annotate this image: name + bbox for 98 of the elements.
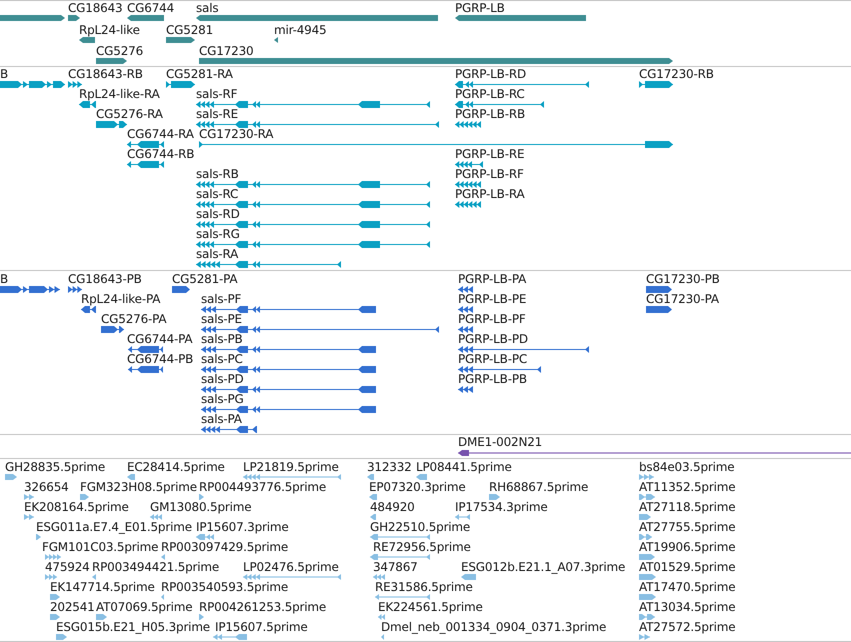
- transcript-label: CG6744-RA: [127, 127, 194, 141]
- est-label: AT01529.5prime: [639, 560, 736, 574]
- est-label: AT27572.5prime: [639, 620, 736, 634]
- est-label: AT19906.5prime: [639, 540, 736, 554]
- est-label: bs84e03.5prime: [639, 460, 734, 474]
- protein-label: CG5276-PA: [101, 312, 166, 326]
- est-label: IP17534.3prime: [455, 500, 548, 514]
- protein-label: sals-PE: [201, 312, 242, 326]
- est-label: EC28414.5prime: [127, 460, 225, 474]
- protein-label: CG18643-PB: [68, 272, 142, 286]
- gene-label: CG17230: [199, 44, 254, 58]
- protein-label: RpL24-like-PA: [81, 292, 160, 306]
- protein-label: sals-PC: [201, 352, 243, 366]
- est-label: 202541: [50, 600, 95, 614]
- transcript-label: sals-RD: [196, 207, 240, 221]
- protein-label: PGRP-LB-PF: [458, 312, 526, 326]
- est-label: EK224561.5prime: [378, 600, 483, 614]
- est-label: AT17470.5prime: [639, 580, 736, 594]
- est-label: LP08441.5prime: [416, 460, 512, 474]
- est-label: RP003540593.5prime: [161, 580, 288, 594]
- transcript-label: PGRP-LB-RC: [455, 87, 525, 101]
- transcript-label: PGRP-LB-RE: [455, 147, 524, 161]
- est-label: LP21819.5prime: [243, 460, 339, 474]
- est-label: RH68867.5prime: [489, 480, 588, 494]
- gene-label: CG6744: [127, 1, 174, 15]
- protein-label: CG6744-PA: [127, 332, 192, 346]
- protein-label: PGRP-LB-PC: [458, 352, 528, 366]
- est-label: GM13080.5prime: [150, 500, 252, 514]
- gene-label: mir-4945: [274, 22, 326, 36]
- est-label: RP004493776.5prime: [199, 480, 326, 494]
- est-label: 347867: [373, 560, 418, 574]
- gene-label: CG18643: [68, 1, 122, 15]
- transcript-label: CG17230-RB: [639, 67, 714, 81]
- est-label: GH28835.5prime: [5, 460, 106, 474]
- est-label: ESG011a.E7.4_E01.5prime: [36, 520, 192, 534]
- est-label: IP15607.3prime: [196, 520, 289, 534]
- protein-label: CG17230-PB: [646, 272, 720, 286]
- transcript-label: B: [0, 67, 8, 81]
- est-label: RE31586.5prime: [375, 580, 473, 594]
- gene-label: PGRP-LB: [455, 1, 505, 15]
- protein-label: PGRP-LB-PD: [458, 332, 528, 346]
- protein-label: sals-PF: [201, 292, 242, 306]
- est-label: AT11352.5prime: [639, 480, 736, 494]
- protein-label: sals-PB: [201, 332, 243, 346]
- transcript-label: sals-RG: [196, 227, 240, 241]
- est-label: Dmel_neb_001334_0904_0371.3prime: [381, 620, 606, 634]
- protein-label: PGRP-LB-PA: [458, 272, 526, 286]
- est-label: RP004261253.5prime: [199, 600, 326, 614]
- transcript-label: sals-RB: [196, 167, 239, 181]
- est-label: AT27118.5prime: [639, 500, 736, 514]
- gene-label: CG5281: [166, 22, 214, 36]
- est-label: 484920: [370, 500, 415, 514]
- transcript-label: CG5276-RA: [96, 107, 163, 121]
- est-label: EP07320.3prime: [369, 480, 466, 494]
- est-label: EK208164.5prime: [24, 500, 129, 514]
- protein-label: CG6744-PB: [127, 352, 194, 366]
- transcript-label: PGRP-LB-RB: [455, 107, 525, 121]
- clone-label: DME1-002N21: [458, 435, 542, 449]
- transcript-label: sals-RE: [196, 107, 238, 121]
- est-label: 312332: [367, 460, 412, 474]
- transcript-label: CG18643-RB: [68, 67, 143, 81]
- transcript-label: CG17230-RA: [199, 127, 274, 141]
- est-label: FGM101C03.5prime: [42, 540, 158, 554]
- transcript-label: sals-RF: [196, 87, 238, 101]
- est-label: FGM323H08.5prime: [80, 480, 197, 494]
- gene-label: sals: [196, 1, 218, 15]
- est-label: AT13034.5prime: [639, 600, 736, 614]
- est-label: 326654: [24, 480, 69, 494]
- transcript-label: PGRP-LB-RF: [455, 167, 524, 181]
- transcript-label: CG6744-RB: [127, 147, 194, 161]
- est-label: EK147714.5prime: [50, 580, 155, 594]
- est-label: RE72956.5prime: [373, 540, 471, 554]
- transcript-label: sals-RC: [196, 187, 238, 201]
- est-label: GH22510.5prime: [370, 520, 470, 534]
- est-label: ESG012b.E21.1_A07.3prime: [461, 560, 626, 574]
- est-label: LP02476.5prime: [243, 560, 339, 574]
- est-label: IP15607.5prime: [215, 620, 308, 634]
- transcript-label: CG5281-RA: [166, 67, 233, 81]
- protein-label: B: [0, 272, 8, 286]
- est-label: 475924: [45, 560, 90, 574]
- est-label: RP003494421.5prime: [92, 560, 220, 574]
- est-label: AT07069.5prime: [96, 600, 192, 614]
- est-label: RP003097429.5prime: [161, 540, 288, 554]
- transcript-label: PGRP-LB-RD: [455, 67, 526, 81]
- est-label: AT27755.5prime: [639, 520, 736, 534]
- transcript-label: PGRP-LB-RA: [455, 187, 524, 201]
- protein-label: CG17230-PA: [646, 292, 719, 306]
- protein-label: sals-PD: [201, 372, 244, 386]
- protein-label: CG5281-PA: [172, 272, 238, 286]
- protein-label: sals-PA: [201, 412, 242, 426]
- transcript-label: RpL24-like-RA: [79, 87, 160, 101]
- transcript-label: sals-RA: [196, 247, 238, 261]
- protein-label: sals-PG: [201, 392, 244, 406]
- est-label: ESG015b.E21_H05.3prime: [56, 620, 210, 634]
- protein-label: PGRP-LB-PE: [458, 292, 526, 306]
- protein-label: PGRP-LB-PB: [458, 372, 527, 386]
- gene-label: RpL24-like: [79, 22, 140, 36]
- gene-label: CG5276: [96, 44, 144, 58]
